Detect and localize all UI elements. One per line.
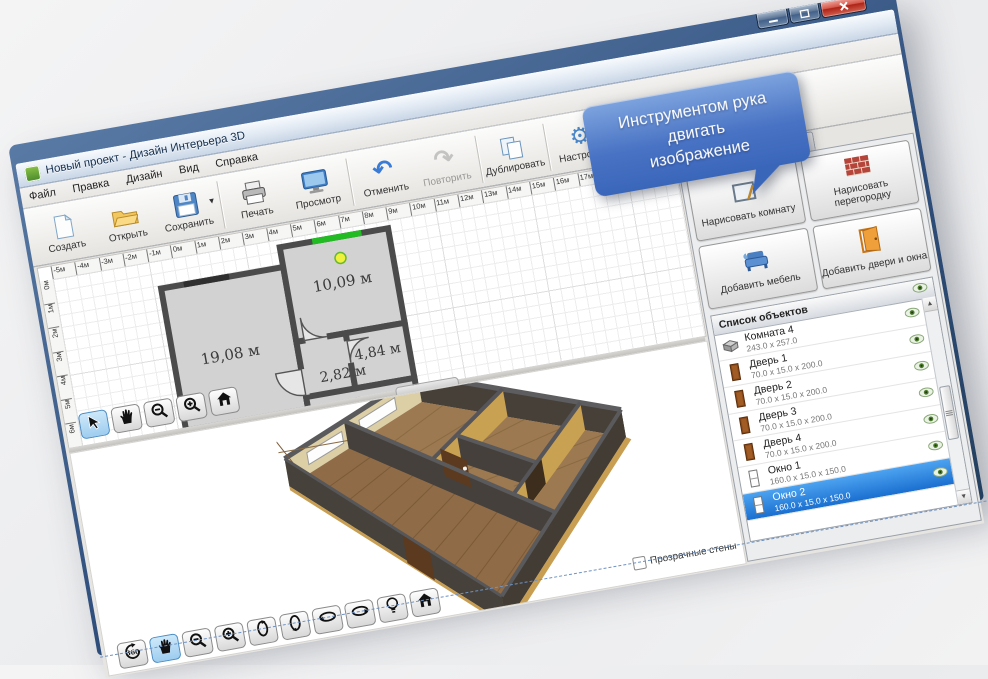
obj-door-icon (730, 388, 751, 409)
toolbar-button-duplicate[interactable]: Дублировать (478, 120, 549, 186)
orbit-right-icon (350, 603, 371, 625)
toolbar-button-monitor[interactable]: Просмотр (281, 155, 352, 221)
obj-window-icon (748, 495, 769, 516)
toolbar-button-label: Сохранить (164, 215, 215, 234)
zoom-out-icon (188, 631, 207, 654)
toolbar-button-label: Создать (48, 238, 87, 255)
furniture-icon (741, 246, 771, 278)
menu-item-файл[interactable]: Файл (28, 186, 57, 203)
toolbar-button-label: Дублировать (485, 157, 546, 178)
monitor-icon (300, 167, 330, 197)
light-icon (385, 596, 401, 620)
scene-3d-toolbar: 360 (116, 587, 442, 669)
zoom-in-icon (220, 625, 239, 648)
minimize-icon (767, 14, 777, 23)
minimize-button[interactable] (755, 9, 789, 30)
plan-zoom-out-button[interactable] (143, 397, 176, 428)
toolbar-button-printer[interactable]: Печать (220, 166, 291, 232)
rotate-cw-icon (286, 613, 304, 637)
new-document-icon (51, 211, 77, 240)
toolbar-button-redo-arrow: ↷Повторить (410, 132, 481, 198)
obj-window-icon (744, 468, 765, 489)
orbit-left-icon (317, 609, 338, 631)
rotate-360-icon: 360 (122, 642, 144, 667)
maximize-button[interactable] (788, 3, 821, 24)
toolbar-button-new-document[interactable]: Создать (29, 199, 100, 265)
plan-zoom-in-button[interactable] (175, 392, 208, 423)
toolbar-button-label: Просмотр (295, 193, 342, 212)
transparent-walls-label: Прозрачные стены (649, 541, 737, 567)
panel-button-label: Нарисовать перегородку (807, 173, 918, 214)
draw-wall-icon (843, 154, 873, 182)
toolbar-button-save-floppy[interactable]: Сохранить ▼ (152, 178, 223, 244)
close-icon (838, 1, 848, 11)
save-floppy-icon (172, 190, 200, 220)
zoom-out-icon (149, 401, 168, 424)
hand-icon (156, 637, 174, 660)
obj-room-icon (721, 338, 741, 354)
eye-icon[interactable] (908, 330, 926, 350)
toolbar-button-label: Отменить (363, 181, 410, 200)
app-window: Новый проект - Дизайн Интерьера 3D ФайлП… (8, 0, 984, 656)
duplicate-icon (498, 132, 526, 162)
menu-item-дизайн[interactable]: Дизайн (125, 168, 164, 186)
cursor-icon (85, 413, 102, 436)
obj-door-icon (734, 415, 755, 436)
menu-item-справка[interactable]: Справка (214, 151, 259, 170)
panel-button-draw-wall[interactable]: Нарисовать перегородку (800, 140, 920, 222)
scroll-down-button[interactable]: ▼ (956, 488, 971, 504)
hand-icon (117, 407, 135, 430)
hint-tooltip-tail (753, 163, 782, 195)
panel-button-furniture[interactable]: Добавить мебель (698, 228, 818, 310)
eye-icon[interactable] (913, 357, 931, 377)
maximize-icon (799, 8, 809, 17)
menu-item-правка[interactable]: Правка (72, 177, 111, 195)
toolbar-button-open-folder[interactable]: Открыть (91, 189, 162, 255)
menu-item-вид[interactable]: Вид (178, 161, 200, 176)
plan-cursor-button[interactable] (78, 409, 111, 440)
toolbar-button-undo-arrow[interactable]: ↶Отменить (349, 143, 420, 209)
eye-icon[interactable] (917, 383, 935, 403)
zoom-in-icon (182, 395, 201, 418)
toolbar-button-label: Повторить (422, 170, 472, 189)
door-icon (857, 225, 884, 258)
eye-icon[interactable] (927, 436, 945, 456)
home-icon (415, 591, 434, 613)
obj-door-icon (739, 441, 760, 462)
object-list: Список объектов Комната 4243.0 x 257.0Дв… (710, 276, 973, 542)
printer-icon (239, 177, 269, 207)
object-list-rows: Комната 4243.0 x 257.0Дверь 170.0 x 15.0… (715, 299, 959, 541)
eye-icon[interactable] (922, 410, 940, 430)
eye-icon[interactable] (903, 303, 921, 323)
home-icon (215, 390, 234, 412)
app-icon (24, 164, 41, 181)
panel-button-door[interactable]: Добавить двери и окна (812, 207, 932, 289)
rotate-ccw-icon (254, 619, 272, 643)
eye-icon (912, 282, 929, 297)
plan-hand-button[interactable] (110, 403, 143, 434)
plan-home-button[interactable] (208, 386, 241, 417)
obj-door-icon (725, 362, 746, 383)
redo-arrow-icon: ↷ (432, 144, 456, 173)
eye-icon[interactable] (932, 463, 950, 483)
open-folder-icon (110, 200, 140, 230)
save-dropdown-arrow[interactable]: ▼ (207, 196, 216, 206)
scroll-up-button[interactable]: ▲ (922, 296, 937, 312)
undo-arrow-icon: ↶ (371, 155, 395, 184)
